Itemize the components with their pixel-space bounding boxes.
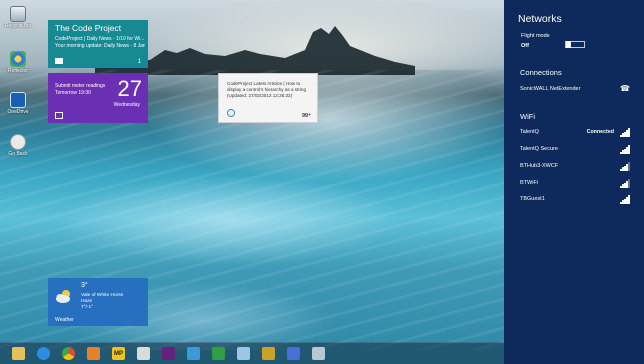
flight-mode-label: Flight mode [521,33,550,39]
window-app-icon [312,347,325,360]
wifi-network-name: BTWiFi [520,180,539,186]
wifi-network-name: TalentQ Secure [520,146,558,152]
tile-count: 1 [137,59,141,65]
taskbar-mp-app[interactable]: MP [110,345,127,362]
wifi-network-item[interactable]: BTWiFi [520,179,630,189]
taskbar-network-app[interactable] [235,345,252,362]
paint-icon [287,347,300,360]
file-explorer-icon [12,347,25,360]
flight-mode-state: Off [521,43,529,49]
taskbar-remote-desktop[interactable] [185,345,202,362]
flight-mode-toggle[interactable] [565,41,585,48]
phone-icon: ☎ [620,84,630,93]
toggle-knob [566,41,571,48]
recycle-bin-icon [10,6,26,22]
wifi-signal-icon [620,145,630,154]
calendar-event-title: Submit meter readings [55,83,106,89]
desktop-icon-recycle-bin[interactable]: Recycle Bin [2,6,34,29]
desktop-icon-label: Go Back [8,151,28,157]
taskbar-chrome[interactable] [60,345,77,362]
wifi-network-name: TalentQ [520,129,539,135]
wifi-network-name: BTHub3-XWCF [520,163,559,169]
weather-app-name: Weather [55,317,74,323]
desktop-icon-reflector[interactable]: Reflector [2,51,34,74]
tile-news-line-2: Your morning update: Daily News - 8 Jan.… [55,43,145,49]
remote-desktop-icon [187,347,200,360]
wifi-connection-status: Connected [586,129,614,135]
taskbar-notepad[interactable] [135,345,152,362]
desktop-icon-label: Reflector [7,68,28,74]
network-app-icon [237,347,250,360]
taskbar-file-explorer[interactable] [10,345,27,362]
wifi-signal-icon [620,128,630,137]
wifi-signal-icon [620,162,630,171]
weather-condition: Haze [81,299,93,304]
internet-explorer-icon [37,347,50,360]
connection-name: SonicWALL NetExtender [520,86,581,92]
wifi-heading: WiFi [520,112,535,121]
taskbar: MP [0,342,504,364]
signal-app-icon [262,347,275,360]
weather-range: 7°/-1° [81,305,94,310]
weather-temperature: 3° [81,282,88,289]
notepad-icon [137,347,150,360]
calendar-weekday: Wednesday [113,102,140,108]
sun-cloud-icon [56,290,70,303]
tile-title: The Code Project [55,23,122,33]
tile-news-line-1: CodeProject | Daily News - 1/10 for Wi..… [55,36,145,42]
weather-location: Vale of White Horse [81,293,124,298]
mp-app-icon: MP [112,347,125,360]
taskbar-signal-app[interactable] [260,345,277,362]
taskbar-internet-explorer[interactable] [35,345,52,362]
desktop-icon-go-back[interactable]: Go Back [2,134,34,157]
desktop-icon-onedrive[interactable]: OneDrive [2,92,34,115]
wifi-network-item[interactable]: TalentQ Connected [520,128,630,138]
wifi-network-item[interactable]: TalentQ Secure [520,145,630,155]
taskbar-visual-studio[interactable] [160,345,177,362]
taskbar-window-app[interactable] [310,345,327,362]
drive-icon [10,92,26,108]
checkmark-app-icon [212,347,225,360]
media-player-icon [87,347,100,360]
calendar-icon [55,112,63,119]
calendar-event-time: Tomorrow 19:30 [55,90,91,96]
weather-tile[interactable]: 3° Vale of White Horse Haze 7°/-1° Weath… [48,278,148,326]
wifi-signal-shield-icon [620,179,630,188]
visual-studio-icon [162,347,175,360]
wifi-network-name: TBGuest1 [520,196,545,202]
taskbar-media-player[interactable] [85,345,102,362]
codeproject-tile[interactable]: The Code Project CodeProject | Daily New… [48,20,148,68]
reflector-icon [10,51,26,67]
wifi-network-item[interactable]: TBGuest1 [520,195,630,205]
networks-title: Networks [518,13,562,25]
calendar-tile[interactable]: Submit meter readings Tomorrow 19:30 27 … [48,73,148,123]
article-count: 99⁺ [301,113,311,119]
connections-heading: Connections [520,68,562,77]
taskbar-paint[interactable] [285,345,302,362]
connection-item[interactable]: SonicWALL NetExtender ☎ [520,84,630,95]
mail-icon [55,58,63,64]
article-headline: CodeProject Latest Articles | How to dis… [227,81,307,98]
chrome-icon [62,347,75,360]
rss-icon [227,109,235,117]
desktop-icon-label: Recycle Bin [4,23,32,29]
wifi-signal-icon [620,195,630,204]
networks-pane: Networks Flight mode Off Connections Son… [504,0,644,364]
calendar-day-number: 27 [117,76,142,101]
desktop-icon-label: OneDrive [7,109,29,115]
back-icon [10,134,26,150]
codeproject-articles-tile[interactable]: CodeProject Latest Articles | How to dis… [218,73,318,123]
wifi-network-item[interactable]: BTHub3-XWCF [520,162,630,172]
taskbar-checkmark-app[interactable] [210,345,227,362]
